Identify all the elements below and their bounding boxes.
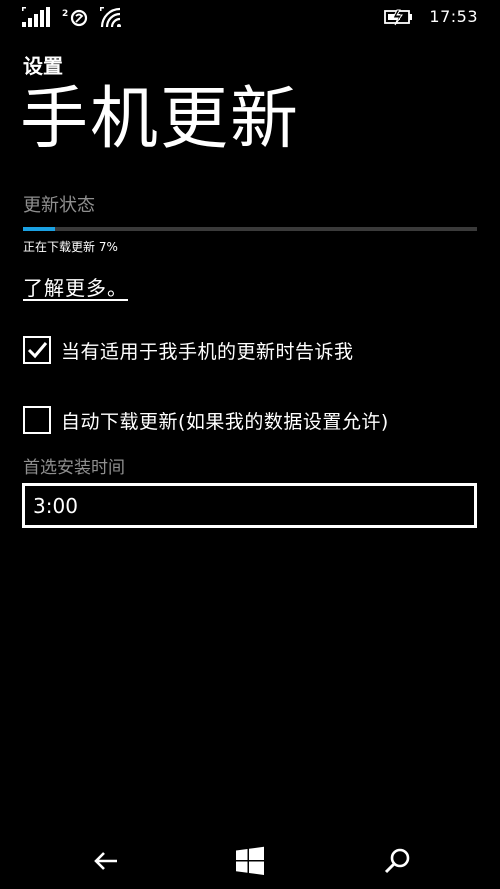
svg-text:2: 2 (62, 9, 68, 19)
back-arrow-icon (94, 852, 117, 870)
battery-charging-icon (384, 9, 413, 25)
notify-updates-label: 当有适用于我手机的更新时告诉我 (61, 340, 354, 363)
auto-download-label: 自动下载更新(如果我的数据设置允许) (61, 410, 389, 433)
install-time-picker[interactable]: 3:00 (22, 483, 477, 528)
start-button[interactable] (230, 846, 270, 876)
clock: 17:53 (429, 7, 478, 26)
status-right: 17:53 (383, 7, 478, 26)
download-progress-bar (23, 227, 477, 231)
status-bar: 2 17:53 (0, 0, 500, 36)
download-progress-fill (23, 227, 55, 231)
install-time-label: 首选安装时间 (23, 458, 125, 478)
navigation-bar (0, 832, 500, 889)
page-title: 手机更新 (20, 80, 301, 159)
status-indicators: 2 (22, 5, 124, 27)
update-status-label: 更新状态 (23, 195, 95, 216)
notify-updates-option[interactable]: 当有适用于我手机的更新时告诉我 (23, 336, 354, 364)
app-title: 设置 (23, 54, 63, 78)
back-button[interactable] (86, 846, 126, 876)
windows-start-icon (236, 846, 264, 875)
sim2-roaming-icon: 2 (62, 9, 88, 27)
auto-download-option[interactable]: 自动下载更新(如果我的数据设置允许) (23, 406, 389, 434)
search-icon (384, 848, 410, 874)
download-progress-text: 正在下载更新 7% (23, 240, 118, 254)
signal-strength-icon (22, 7, 50, 27)
learn-more-link[interactable]: 了解更多。 (23, 272, 128, 301)
auto-download-checkbox[interactable] (23, 406, 51, 434)
notify-updates-checkbox[interactable] (23, 336, 51, 364)
wifi-icon (100, 7, 121, 27)
checkmark-icon (27, 342, 48, 359)
search-button[interactable] (378, 846, 418, 876)
